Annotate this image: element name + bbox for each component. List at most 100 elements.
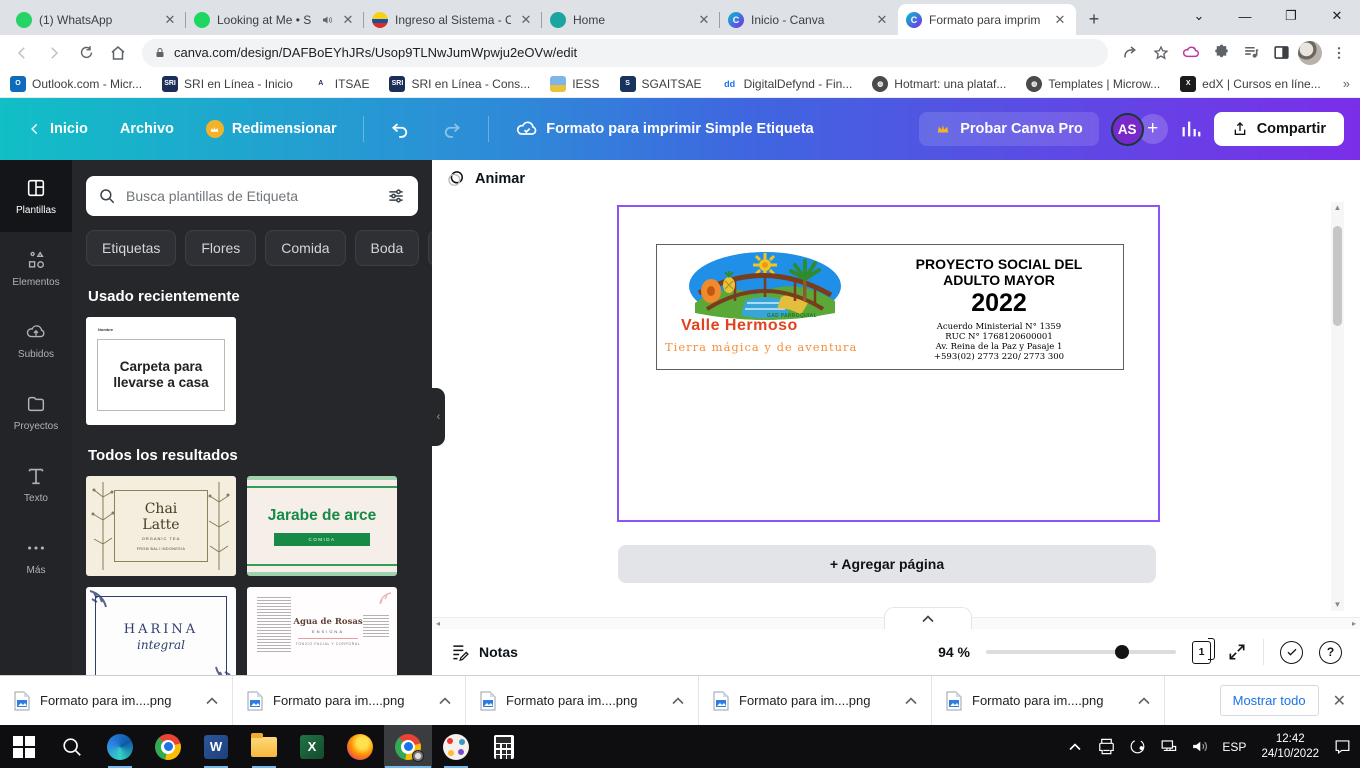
url-field[interactable]: canva.com/design/DAFBoEYhJRs/Usop9TLNwJu… xyxy=(142,39,1108,67)
new-tab-button[interactable]: + xyxy=(1080,5,1108,33)
close-window-button[interactable]: ✕ xyxy=(1314,0,1360,32)
download-item[interactable]: Formato para im....png xyxy=(0,676,233,725)
restore-button[interactable]: ❐ xyxy=(1268,0,1314,32)
etiqueta-label[interactable]: Valle Hermoso GAD PARROQUIAL Tierra mági… xyxy=(656,244,1124,370)
chip-etiquetas[interactable]: Etiquetas xyxy=(86,230,176,266)
close-icon[interactable]: ✕ xyxy=(340,12,356,28)
back-home-button[interactable]: Inicio xyxy=(16,113,100,145)
bookmark-digitaldefynd[interactable]: ddDigitalDefynd - Fin... xyxy=(722,76,853,92)
language-indicator[interactable]: ESP xyxy=(1218,740,1250,754)
undo-button[interactable] xyxy=(378,111,422,147)
download-menu-icon[interactable] xyxy=(672,697,684,705)
menu-dots-icon[interactable] xyxy=(1326,40,1352,66)
tab-home[interactable]: Home ✕ xyxy=(542,4,720,35)
taskbar-search-button[interactable] xyxy=(48,725,96,768)
bookmark-star-icon[interactable] xyxy=(1148,40,1174,66)
home-icon[interactable] xyxy=(104,39,132,67)
search-input[interactable] xyxy=(126,188,376,204)
chip-boda[interactable]: Boda xyxy=(355,230,420,266)
compartir-button[interactable]: Compartir xyxy=(1214,112,1344,146)
redimensionar-button[interactable]: Redimensionar xyxy=(194,112,349,146)
design-page[interactable]: Valle Hermoso GAD PARROQUIAL Tierra mági… xyxy=(617,205,1160,522)
template-chai-latte[interactable]: Chai Latte ORGANIC TEA FROM BALI INDONES… xyxy=(86,476,236,576)
bookmark-edx[interactable]: XedX | Cursos en líne... xyxy=(1180,76,1321,92)
taskbar-edge[interactable] xyxy=(96,725,144,768)
close-icon[interactable]: ✕ xyxy=(696,12,712,28)
tab-search-chevron-icon[interactable]: ⌄ xyxy=(1176,0,1222,32)
animar-button[interactable]: Animar xyxy=(446,169,525,189)
taskbar-firefox[interactable] xyxy=(336,725,384,768)
bookmark-sri-inicio[interactable]: SRISRI en Línea - Inicio xyxy=(162,76,293,92)
minimize-button[interactable]: — xyxy=(1222,0,1268,32)
tab-whatsapp[interactable]: (1) WhatsApp ✕ xyxy=(8,4,186,35)
download-item[interactable]: Formato para im....png xyxy=(466,676,699,725)
save-status-button[interactable] xyxy=(503,109,551,149)
tray-expand-icon[interactable] xyxy=(1063,733,1087,761)
bookmark-outlook[interactable]: OOutlook.com - Micr... xyxy=(10,76,142,92)
volume-icon[interactable] xyxy=(1187,733,1211,761)
redo-button[interactable] xyxy=(430,111,474,147)
taskbar-calculator[interactable] xyxy=(480,725,528,768)
back-icon[interactable] xyxy=(8,39,36,67)
download-menu-icon[interactable] xyxy=(206,697,218,705)
scroll-up-icon[interactable]: ▲ xyxy=(1334,202,1342,214)
add-page-button[interactable]: + Agregar página xyxy=(618,545,1156,583)
close-icon[interactable]: ✕ xyxy=(518,12,534,28)
bookmark-templates[interactable]: ◍Templates | Microw... xyxy=(1026,76,1160,92)
try-canva-pro-button[interactable]: Probar Canva Pro xyxy=(919,112,1099,146)
download-item[interactable]: Formato para im....png xyxy=(932,676,1165,725)
screen-record-icon[interactable] xyxy=(1125,733,1149,761)
bookmarks-overflow-icon[interactable]: » xyxy=(1343,76,1350,91)
template-jarabe-de-arce[interactable]: Jarabe de arce COMIDA xyxy=(247,476,397,576)
bookmark-iess[interactable]: IESS xyxy=(550,76,599,92)
action-center-icon[interactable] xyxy=(1330,733,1354,761)
taskbar-paint[interactable] xyxy=(432,725,480,768)
download-item[interactable]: Formato para im....png xyxy=(233,676,466,725)
sidebar-item-subidos[interactable]: Subidos xyxy=(0,304,72,376)
taskbar-word[interactable]: W xyxy=(192,725,240,768)
cloud-extension-icon[interactable] xyxy=(1178,40,1204,66)
bottom-panel-toggle[interactable] xyxy=(884,607,972,629)
chip-comida[interactable]: Comida xyxy=(265,230,345,266)
close-icon[interactable]: ✕ xyxy=(162,12,178,28)
printer-icon[interactable] xyxy=(1094,733,1118,761)
reload-icon[interactable] xyxy=(72,39,100,67)
tab-formato-active[interactable]: C Formato para imprim ✕ xyxy=(898,4,1076,35)
insights-chart-icon[interactable] xyxy=(1180,118,1202,140)
chip-flores[interactable]: Flores xyxy=(185,230,256,266)
search-box[interactable] xyxy=(86,176,418,216)
sidebar-item-plantillas[interactable]: Plantillas xyxy=(0,160,72,232)
zoom-slider[interactable] xyxy=(986,650,1176,654)
template-agua-de-rosas[interactable]: Agua de Rosas ENSIGNA TONICO FACIAL Y CO… xyxy=(247,587,397,675)
zoom-slider-knob[interactable] xyxy=(1115,645,1129,659)
horizontal-scrollbar[interactable]: ◂ ▸ xyxy=(432,617,1360,629)
notas-button[interactable]: Notas xyxy=(450,642,518,662)
send-page-icon[interactable] xyxy=(1118,40,1144,66)
close-icon[interactable]: ✕ xyxy=(1052,12,1068,28)
page-indicator[interactable]: 1 xyxy=(1192,641,1211,664)
bookmark-itsae[interactable]: AITSAE xyxy=(313,76,370,92)
profile-avatar[interactable] xyxy=(1298,41,1322,65)
tab-spotify[interactable]: Looking at Me • S ✕ xyxy=(186,4,364,35)
taskbar-chrome[interactable] xyxy=(144,725,192,768)
playlist-extension-icon[interactable] xyxy=(1238,40,1264,66)
download-menu-icon[interactable] xyxy=(1138,697,1150,705)
clock[interactable]: 12:42 24/10/2022 xyxy=(1257,732,1323,762)
saved-check-icon[interactable] xyxy=(1280,641,1303,664)
bookmark-sri-consultas[interactable]: SRISRI en Línea - Cons... xyxy=(389,76,530,92)
forward-icon[interactable] xyxy=(40,39,68,67)
download-item[interactable]: Formato para im....png xyxy=(699,676,932,725)
scroll-left-icon[interactable]: ◂ xyxy=(436,619,440,628)
start-button[interactable] xyxy=(0,725,48,768)
vertical-scrollbar[interactable]: ▲ ▼ xyxy=(1331,202,1344,611)
taskbar-explorer[interactable] xyxy=(240,725,288,768)
scroll-down-icon[interactable]: ▼ xyxy=(1334,599,1342,611)
sidebar-item-mas[interactable]: Más xyxy=(0,520,72,592)
template-harina-integral[interactable]: HARINA integral xyxy=(86,587,236,675)
recent-template-card[interactable]: Nombre Carpeta para llevarse a casa xyxy=(86,317,236,425)
archivo-menu[interactable]: Archivo xyxy=(108,113,186,145)
close-icon[interactable]: ✕ xyxy=(874,12,890,28)
download-menu-icon[interactable] xyxy=(905,697,917,705)
taskbar-excel[interactable]: X xyxy=(288,725,336,768)
help-icon[interactable]: ? xyxy=(1319,641,1342,664)
